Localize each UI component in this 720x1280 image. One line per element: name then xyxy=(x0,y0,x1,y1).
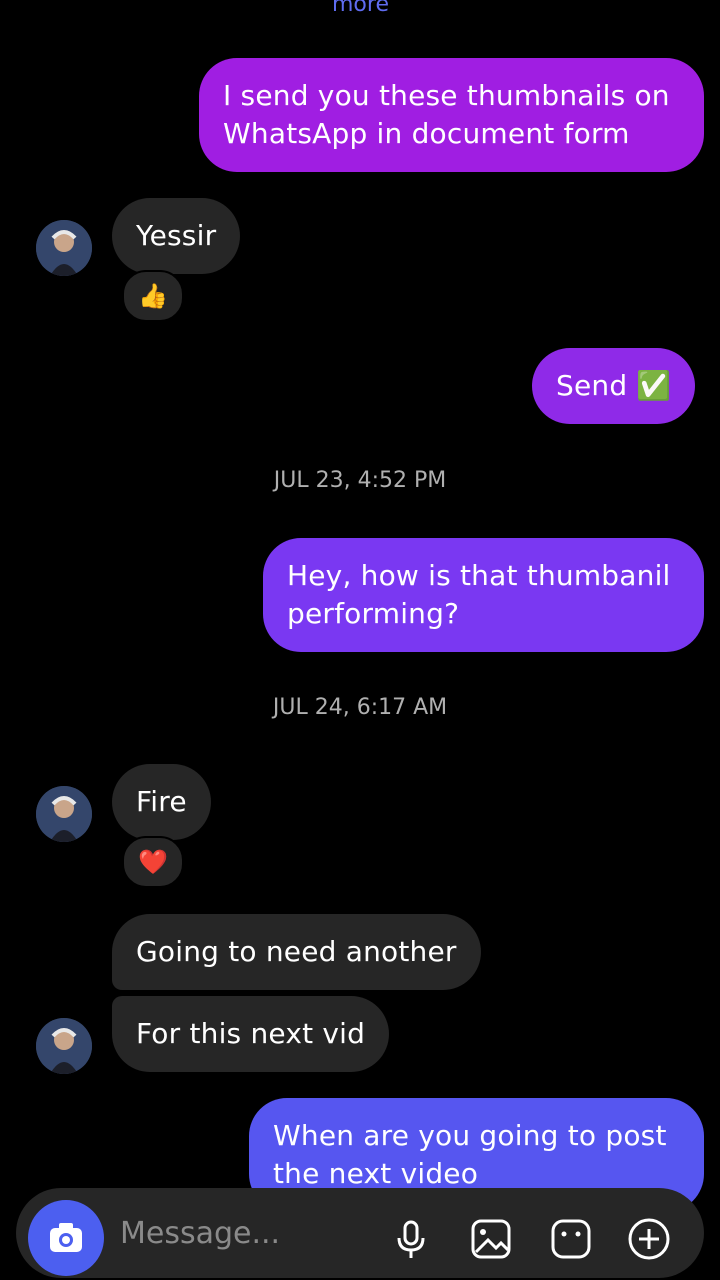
message-composer: Message... xyxy=(16,1188,704,1278)
timestamp: JUL 23, 4:52 PM xyxy=(273,468,447,493)
plus-icon xyxy=(628,1218,670,1260)
outgoing-message[interactable]: Hey, how is that thumbanil performing? xyxy=(263,538,704,652)
message-text: Fire xyxy=(136,785,187,818)
microphone-button[interactable] xyxy=(388,1216,434,1262)
sticker-button[interactable] xyxy=(548,1216,594,1262)
incoming-message[interactable]: Fire xyxy=(112,764,211,840)
avatar[interactable] xyxy=(36,220,92,276)
message-text: Yessir xyxy=(136,219,217,252)
gallery-button[interactable] xyxy=(468,1216,514,1262)
timestamp: JUL 24, 6:17 AM xyxy=(272,695,448,720)
incoming-message[interactable]: Yessir xyxy=(112,198,241,274)
microphone-icon xyxy=(397,1220,425,1258)
profile-photo-icon xyxy=(36,1018,92,1074)
image-icon xyxy=(471,1219,511,1259)
heart-icon: ❤️ xyxy=(138,848,168,876)
camera-icon xyxy=(50,1223,82,1252)
more-options-button[interactable] xyxy=(626,1216,672,1262)
avatar[interactable] xyxy=(36,786,92,842)
sticker-icon xyxy=(551,1219,591,1259)
see-more-link[interactable]: more xyxy=(332,0,389,17)
avatar[interactable] xyxy=(36,1018,92,1074)
profile-photo-icon xyxy=(36,220,92,276)
message-reaction[interactable]: 👍 xyxy=(122,270,184,322)
incoming-message[interactable]: Going to need another xyxy=(112,914,481,990)
message-text: Going to need another xyxy=(136,935,457,968)
message-text: I send you these thumbnails on WhatsApp … xyxy=(223,79,670,150)
outgoing-message[interactable]: I send you these thumbnails on WhatsApp … xyxy=(199,58,704,172)
camera-button[interactable] xyxy=(28,1200,104,1276)
thumbs-up-icon: 👍 xyxy=(138,282,168,310)
message-text: When are you going to post the next vide… xyxy=(273,1119,667,1190)
message-text: Send ✅ xyxy=(556,369,672,402)
message-input[interactable]: Message... xyxy=(120,1216,280,1251)
message-text: For this next vid xyxy=(136,1017,366,1050)
message-text: Hey, how is that thumbanil performing? xyxy=(287,559,671,630)
message-reaction[interactable]: ❤️ xyxy=(122,836,184,888)
profile-photo-icon xyxy=(36,786,92,842)
incoming-message[interactable]: For this next vid xyxy=(112,996,390,1072)
outgoing-message[interactable]: Send ✅ xyxy=(532,348,696,424)
